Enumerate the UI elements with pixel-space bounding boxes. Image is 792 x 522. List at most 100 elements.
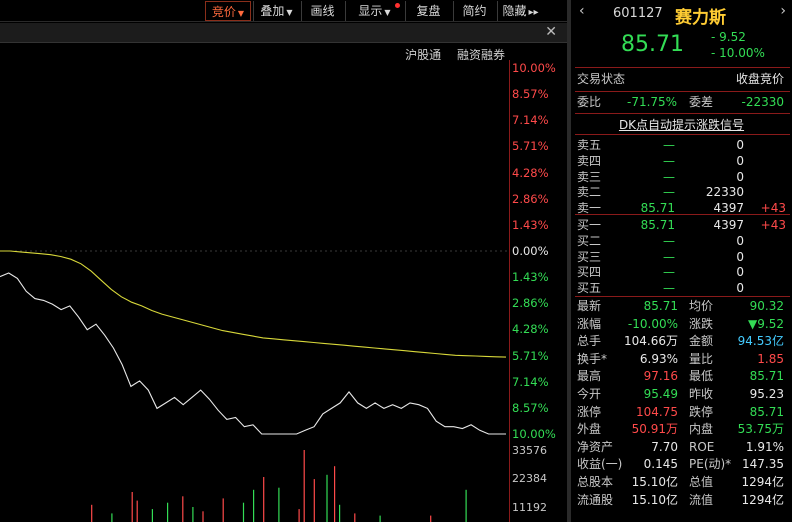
volume-bar <box>192 507 194 522</box>
stats-l1: 收益(一) <box>577 457 623 472</box>
order-book-price: — <box>663 138 675 152</box>
order-book-chg: +43 <box>760 218 786 232</box>
toolbar-button-0[interactable]: 竞价 ▼ <box>205 1 251 21</box>
volume-chart[interactable] <box>0 447 510 522</box>
stats-l1: 总手 <box>577 334 602 349</box>
stats-v2: 1.85 <box>757 351 784 366</box>
average-price-line <box>0 250 507 358</box>
pct-tick-label: 8.57% <box>512 400 549 415</box>
order-book-row[interactable]: 卖五 — 0 <box>577 137 790 153</box>
volume-bar <box>136 500 138 522</box>
stats-v1: 15.10亿 <box>631 475 678 489</box>
pct-tick-label: 4.28% <box>512 165 549 180</box>
stats-l2: 量比 <box>689 351 714 366</box>
stats-row: 外盘 50.91万 内盘 53.75万 <box>577 421 790 438</box>
divider <box>575 296 790 297</box>
volume-tick-label: 22384 <box>512 472 547 485</box>
order-book-label: 卖三 <box>577 169 602 184</box>
stats-row: 收益(一) 0.145 PE(动)* 147.35 <box>577 456 790 473</box>
stats-l2: 均价 <box>689 299 714 313</box>
stats-row: 净资产 7.70 ROE 1.91% <box>577 439 790 456</box>
pct-tick-label: 5.71% <box>512 139 549 154</box>
stats-row: 最新 85.71 均价 90.32 <box>577 298 790 315</box>
volume-bar <box>242 502 245 522</box>
stats-row: 总手 104.66万 金额 94.53亿 <box>577 333 790 350</box>
order-book-price: — <box>663 281 675 296</box>
pct-tick-label: 0.00% <box>512 244 549 258</box>
chart-toolbar: 竞价 ▼ 叠加 ▼ 画线 显示 ▼ 复盘 简约 隐藏 ▸▸ <box>0 0 567 22</box>
stats-l1: 外盘 <box>577 422 602 437</box>
stats-row: 流通股 15.10亿 流值 1294亿 <box>577 492 790 509</box>
pct-tick-label: 2.86% <box>512 191 549 206</box>
order-book-label: 卖五 <box>577 138 602 152</box>
toolbar-button-label: 显示 <box>358 4 383 18</box>
prev-stock-icon[interactable]: ‹ <box>579 3 585 19</box>
volume-bar <box>202 511 204 522</box>
order-book-vol: 0 <box>736 265 744 280</box>
order-book-row[interactable]: 买二 — 0 <box>577 233 790 249</box>
volume-bar <box>151 509 153 522</box>
stats-l2: 涨跌 <box>689 316 714 331</box>
order-book-row[interactable]: 买三 — 0 <box>577 249 790 265</box>
pct-tick-label: 7.14% <box>512 113 549 128</box>
pct-tick-label: 2.86% <box>512 296 549 311</box>
stats-l1: 净资产 <box>577 439 614 454</box>
toolbar-button-label: 叠加 <box>260 4 285 18</box>
pct-tick-label: 1.43% <box>512 270 549 285</box>
volume-bar <box>182 496 184 522</box>
order-book-row[interactable]: 买四 — 0 <box>577 264 790 280</box>
volume-bar <box>354 513 356 522</box>
stats-l2: 跌停 <box>689 404 714 419</box>
order-book-label: 买一 <box>577 218 602 232</box>
divider <box>575 91 790 92</box>
order-book-price: 85.71 <box>640 218 675 232</box>
stats-v2: 94.53亿 <box>737 334 784 349</box>
dropdown-arrow-icon: ▼ <box>384 8 391 17</box>
price-change-pct: - 10.00% <box>711 46 765 60</box>
toolbar-button-3[interactable]: 显示 ▼ <box>345 1 403 21</box>
stats-l2: 最低 <box>689 369 714 384</box>
intraday-chart-pane: 竞价 ▼ 叠加 ▼ 画线 显示 ▼ 复盘 简约 隐藏 ▸▸ ✕ 沪股通 融资融券 10.00% 8.5… <box>0 0 567 522</box>
stats-v1: 50.91万 <box>631 422 678 437</box>
notification-dot-icon <box>395 3 400 8</box>
volume-bar <box>430 515 432 522</box>
pct-tick-label: 1.43% <box>512 217 549 232</box>
toolbar-button-2[interactable]: 画线 <box>301 1 343 21</box>
volume-bar <box>278 487 280 522</box>
stats-l2: 内盘 <box>689 422 714 437</box>
order-ratio-row: 委比 -71.75% 委差 -22330 <box>577 95 784 109</box>
next-stock-icon[interactable]: › <box>780 3 786 19</box>
volume-bar <box>303 450 305 522</box>
stats-v2: ▼9.52 <box>748 316 784 331</box>
stats-row: 涨停 104.75 跌停 85.71 <box>577 404 790 421</box>
dk-signal-link[interactable]: DK点自动提示涨跌信号 <box>571 116 792 133</box>
chart-subbar: ✕ <box>0 23 567 43</box>
toolbar-button-1[interactable]: 叠加 ▼ <box>253 1 299 21</box>
order-book-label: 买四 <box>577 265 602 280</box>
stats-v1: 104.66万 <box>624 334 678 349</box>
order-book-row[interactable]: 买五 — 0 <box>577 280 790 296</box>
toolbar-button-label: 简约 <box>462 4 487 18</box>
stats-l1: 流通股 <box>577 492 614 507</box>
stats-v2: 85.71 <box>749 369 784 384</box>
toolbar-button-6[interactable]: 隐藏 ▸▸ <box>497 1 543 21</box>
toolbar-button-4[interactable]: 复盘 <box>405 1 451 21</box>
stats-row: 最高 97.16 最低 85.71 <box>577 368 790 385</box>
stats-row: 涨幅 -10.00% 涨跌 ▼9.52 <box>577 316 790 333</box>
volume-bar <box>313 479 315 522</box>
close-icon[interactable]: ✕ <box>545 24 557 40</box>
stats-row: 总股本 15.10亿 总值 1294亿 <box>577 474 790 491</box>
order-book-row[interactable]: 卖四 — 0 <box>577 153 790 169</box>
price-change: - 9.52 <box>711 30 746 44</box>
pct-tick-label: 10.00% <box>512 427 556 441</box>
volume-bar <box>91 504 93 522</box>
toolbar-button-5[interactable]: 简约 <box>453 1 495 21</box>
stats-v1: 85.71 <box>643 299 678 313</box>
stats-v2: 1294亿 <box>741 475 784 489</box>
order-book-row[interactable]: 卖二 — 22330 <box>577 184 790 200</box>
price-chart[interactable] <box>0 60 510 445</box>
stats-v1: 104.75 <box>636 404 678 419</box>
order-book-row[interactable]: 卖三 — 0 <box>577 169 790 185</box>
order-book-row[interactable]: 买一 85.71 4397 +43 <box>577 217 790 233</box>
more-icon[interactable]: ▸▸ <box>528 7 538 18</box>
